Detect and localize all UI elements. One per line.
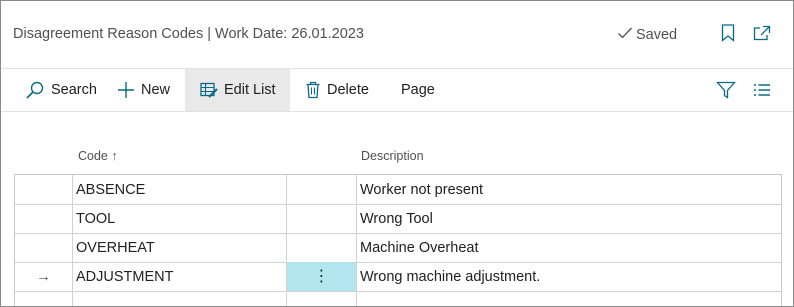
row-actions-cell[interactable] bbox=[286, 233, 356, 262]
row-selector[interactable] bbox=[15, 291, 72, 306]
code-column-label: Code bbox=[78, 149, 108, 163]
page-frame: Disagreement Reason Codes | Work Date: 2… bbox=[0, 0, 794, 307]
search-button[interactable]: Search bbox=[13, 69, 107, 111]
description-column-label: Description bbox=[361, 149, 424, 163]
row-selector[interactable] bbox=[15, 175, 72, 204]
new-button[interactable]: New bbox=[109, 69, 180, 111]
row-selector[interactable] bbox=[15, 204, 72, 233]
table-row[interactable]: TOOL Wrong Tool bbox=[15, 204, 781, 234]
filter-icon bbox=[716, 81, 736, 99]
code-column-header[interactable]: Code ↑ bbox=[78, 149, 118, 163]
description-column-header[interactable]: Description bbox=[361, 149, 424, 163]
page-label: Page bbox=[401, 82, 435, 98]
description-cell[interactable]: Machine Overheat bbox=[356, 233, 781, 262]
saved-status: Saved bbox=[617, 26, 677, 44]
row-actions-cell[interactable] bbox=[286, 175, 356, 204]
row-selector[interactable]: → bbox=[15, 262, 72, 291]
table-row[interactable]: → ADJUSTMENT ⋮ Wrong machine adjustment. bbox=[15, 262, 781, 292]
action-bar: Search New Edit List Delete Page bbox=[1, 68, 793, 112]
new-row[interactable] bbox=[15, 291, 781, 306]
trash-icon bbox=[305, 81, 321, 99]
code-cell[interactable]: OVERHEAT bbox=[72, 233, 286, 262]
data-grid: ABSENCE Worker not present TOOL Wrong To… bbox=[14, 174, 782, 306]
list-view-button[interactable] bbox=[749, 69, 775, 111]
list-icon bbox=[753, 83, 771, 97]
search-label: Search bbox=[51, 82, 97, 98]
code-cell[interactable]: TOOL bbox=[72, 204, 286, 233]
table-row[interactable]: OVERHEAT Machine Overheat bbox=[15, 233, 781, 263]
open-in-new-icon[interactable] bbox=[751, 22, 773, 44]
edit-list-icon bbox=[200, 82, 218, 98]
delete-button[interactable]: Delete bbox=[301, 69, 379, 111]
row-selector[interactable] bbox=[15, 233, 72, 262]
filter-button[interactable] bbox=[713, 69, 739, 111]
current-row-arrow-icon: → bbox=[36, 268, 51, 285]
code-cell[interactable] bbox=[72, 291, 286, 306]
delete-label: Delete bbox=[327, 82, 369, 98]
saved-label: Saved bbox=[636, 27, 678, 43]
more-options-icon[interactable]: ⋮ bbox=[314, 268, 330, 285]
description-cell[interactable]: Worker not present bbox=[356, 175, 781, 204]
table-row[interactable]: ABSENCE Worker not present bbox=[15, 175, 781, 205]
row-actions-cell[interactable] bbox=[286, 291, 356, 306]
edit-list-label: Edit List bbox=[224, 82, 276, 98]
edit-list-button[interactable]: Edit List bbox=[185, 69, 290, 111]
code-cell[interactable]: ABSENCE bbox=[72, 175, 286, 204]
row-actions-cell[interactable] bbox=[286, 204, 356, 233]
check-icon bbox=[617, 26, 633, 44]
bookmark-icon[interactable] bbox=[717, 22, 739, 44]
description-cell[interactable] bbox=[356, 291, 781, 306]
code-cell[interactable]: ADJUSTMENT bbox=[72, 262, 286, 291]
new-label: New bbox=[141, 82, 171, 98]
description-cell[interactable]: Wrong Tool bbox=[356, 204, 781, 233]
page-header: Disagreement Reason Codes | Work Date: 2… bbox=[1, 1, 793, 67]
page-title: Disagreement Reason Codes | Work Date: 2… bbox=[13, 26, 364, 42]
search-icon bbox=[25, 81, 45, 99]
page-menu-button[interactable]: Page bbox=[391, 69, 445, 111]
row-actions-cell[interactable]: ⋮ bbox=[286, 262, 356, 291]
plus-icon bbox=[117, 81, 135, 99]
sort-ascending-icon: ↑ bbox=[111, 149, 118, 163]
description-cell[interactable]: Wrong machine adjustment. bbox=[356, 262, 781, 291]
